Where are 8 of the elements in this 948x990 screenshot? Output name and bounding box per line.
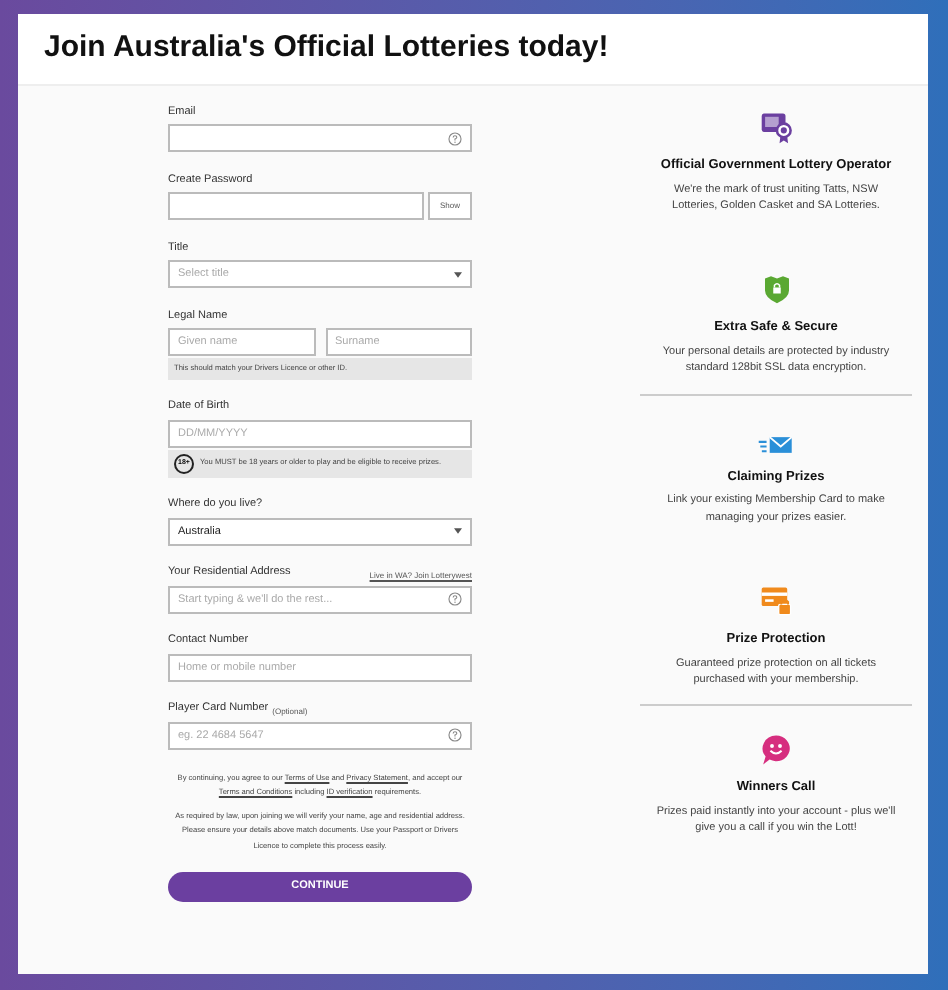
help-icon[interactable] [448,131,462,145]
help-icon[interactable] [448,728,462,743]
caret-icon [454,528,462,535]
input-field[interactable] [168,124,472,152]
page-title: Join Australia's Official Lotteries today! [44,28,609,69]
password-field[interactable] [168,192,424,220]
caret-icon [454,271,462,277]
help-icon[interactable] [448,592,462,607]
